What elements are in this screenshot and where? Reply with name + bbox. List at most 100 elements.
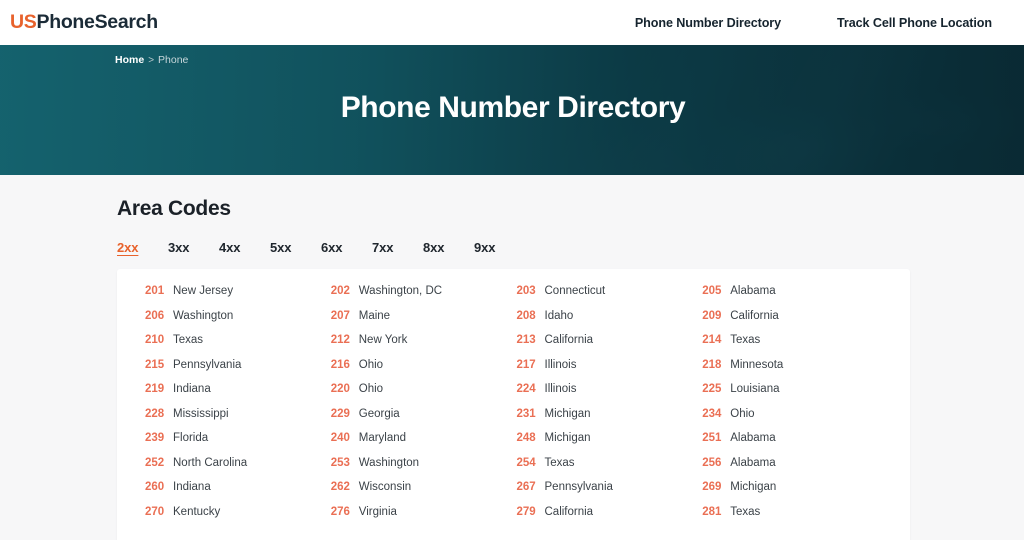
tab-9xx[interactable]: 9xx <box>474 240 525 255</box>
area-code-row[interactable]: 254 Texas <box>517 457 703 482</box>
area-code-state: Minnesota <box>730 358 784 371</box>
area-code-row[interactable]: 256 Alabama <box>702 457 888 482</box>
area-code-state: Indiana <box>173 383 211 395</box>
area-code-number: 228 <box>145 407 165 420</box>
area-code-state: California <box>730 309 779 322</box>
area-code-number: 214 <box>702 334 722 346</box>
area-codes-column: 201 New Jersey 206 Washington 210 Texas 215 Pen… <box>145 285 331 530</box>
area-code-row[interactable]: 208 Idaho <box>517 310 703 335</box>
area-code-state: Louisiana <box>730 383 780 395</box>
area-code-number: 262 <box>330 481 350 493</box>
area-code-number: 203 <box>516 285 536 297</box>
nav-link-track-cell-phone-location[interactable]: Track Cell Phone Location <box>837 16 992 30</box>
area-code-row[interactable]: 201 New Jersey <box>145 285 331 310</box>
area-code-number: 239 <box>145 432 165 444</box>
tab-6xx[interactable]: 6xx <box>321 240 372 255</box>
area-code-number: 254 <box>516 456 536 469</box>
area-code-row[interactable]: 281 Texas <box>702 506 888 531</box>
area-code-row[interactable]: 206 Washington <box>145 310 331 335</box>
area-code-row[interactable]: 251 Alabama <box>702 432 888 457</box>
area-code-number: 269 <box>702 481 722 493</box>
page-title: Phone Number Directory <box>340 91 686 124</box>
area-code-row[interactable]: 215 Pennsylvania <box>145 359 331 384</box>
tab-3xx[interactable]: 3xx <box>168 240 219 255</box>
area-code-row[interactable]: 248 Michigan <box>517 432 703 457</box>
area-code-number: 276 <box>330 505 350 518</box>
area-code-state: Pennsylvania <box>544 481 613 493</box>
area-code-row[interactable]: 225 Louisiana <box>702 383 888 408</box>
breadcrumb: Home > Phone <box>115 45 917 66</box>
area-code-number: 279 <box>516 505 536 518</box>
area-code-row[interactable]: 253 Washington <box>331 457 517 482</box>
tab-4xx[interactable]: 4xx <box>219 240 270 255</box>
area-code-number: 218 <box>702 358 722 371</box>
area-code-row[interactable]: 210 Texas <box>145 334 331 359</box>
area-code-state: Michigan <box>544 432 591 444</box>
area-code-state: New York <box>358 334 408 346</box>
area-code-row[interactable]: 229 Georgia <box>331 408 517 433</box>
area-code-row[interactable]: 234 Ohio <box>702 408 888 433</box>
area-code-row[interactable]: 270 Kentucky <box>145 506 331 531</box>
area-code-state: Alabama <box>730 456 776 469</box>
area-code-number: 201 <box>145 285 165 297</box>
area-code-row[interactable]: 239 Florida <box>145 432 331 457</box>
area-code-row[interactable]: 220 Ohio <box>331 383 517 408</box>
area-code-row[interactable]: 212 New York <box>331 334 517 359</box>
nav-link-phone-number-directory[interactable]: Phone Number Directory <box>635 16 781 30</box>
area-code-number: 220 <box>330 383 350 395</box>
area-code-row[interactable]: 202 Washington, DC <box>331 285 517 310</box>
area-code-row[interactable]: 216 Ohio <box>331 359 517 384</box>
area-code-state: Washington <box>358 456 420 469</box>
area-code-row[interactable]: 213 California <box>517 334 703 359</box>
area-code-number: 215 <box>145 358 165 371</box>
breadcrumb-link-home[interactable]: Home <box>115 54 144 66</box>
area-code-row[interactable]: 209 California <box>702 310 888 335</box>
area-code-row[interactable]: 217 Illinois <box>517 359 703 384</box>
area-code-number: 234 <box>702 407 722 420</box>
area-code-row[interactable]: 219 Indiana <box>145 383 331 408</box>
area-code-row[interactable]: 276 Virginia <box>331 506 517 531</box>
area-code-row[interactable]: 207 Maine <box>331 310 517 335</box>
area-code-row[interactable]: 279 California <box>517 506 703 531</box>
area-code-row[interactable]: 231 Michigan <box>517 408 703 433</box>
tab-7xx[interactable]: 7xx <box>372 240 423 255</box>
area-code-row[interactable]: 240 Maryland <box>331 432 517 457</box>
logo-text-primary: US <box>10 11 37 33</box>
site-header: US PhoneSearch Phone Number Directory Tra… <box>0 0 1024 45</box>
area-code-number: 256 <box>702 456 722 469</box>
tab-8xx[interactable]: 8xx <box>423 240 474 255</box>
area-codes-grid: 201 New Jersey 206 Washington 210 Texas 215 Pen… <box>117 285 910 530</box>
tab-2xx[interactable]: 2xx <box>117 240 168 255</box>
area-code-state: Wisconsin <box>358 481 412 493</box>
area-code-state: Texas <box>173 334 204 346</box>
area-code-row[interactable]: 252 North Carolina <box>145 457 331 482</box>
area-code-number: 231 <box>516 407 536 420</box>
area-code-row[interactable]: 262 Wisconsin <box>331 481 517 506</box>
hero-banner: Home > Phone Phone Number Directory <box>0 45 1024 175</box>
area-code-row[interactable]: 269 Michigan <box>702 481 888 506</box>
area-code-row[interactable]: 228 Mississippi <box>145 408 331 433</box>
area-code-number: 202 <box>330 285 350 297</box>
area-code-number: 248 <box>516 432 536 444</box>
area-code-row[interactable]: 203 Connecticut <box>517 285 703 310</box>
tab-5xx[interactable]: 5xx <box>270 240 321 255</box>
area-code-state: Alabama <box>730 432 776 444</box>
area-code-row[interactable]: 218 Minnesota <box>702 359 888 384</box>
area-code-row[interactable]: 205 Alabama <box>702 285 888 310</box>
area-code-state: Alabama <box>730 285 776 297</box>
area-code-row[interactable]: 260 Indiana <box>145 481 331 506</box>
area-code-number: 208 <box>516 309 536 322</box>
area-code-row[interactable]: 224 Illinois <box>517 383 703 408</box>
area-code-state: Illinois <box>544 383 577 395</box>
site-logo[interactable]: US PhoneSearch <box>10 11 158 34</box>
area-code-state: Idaho <box>544 309 574 322</box>
area-code-state: Virginia <box>358 505 397 518</box>
area-code-row[interactable]: 214 Texas <box>702 334 888 359</box>
area-code-state: Indiana <box>173 481 211 493</box>
area-code-number: 219 <box>145 383 165 395</box>
area-code-row[interactable]: 267 Pennsylvania <box>517 481 703 506</box>
area-code-state: Pennsylvania <box>173 358 242 371</box>
area-code-number: 229 <box>330 407 350 420</box>
area-code-state: Michigan <box>544 407 591 420</box>
area-code-state: California <box>544 505 594 518</box>
